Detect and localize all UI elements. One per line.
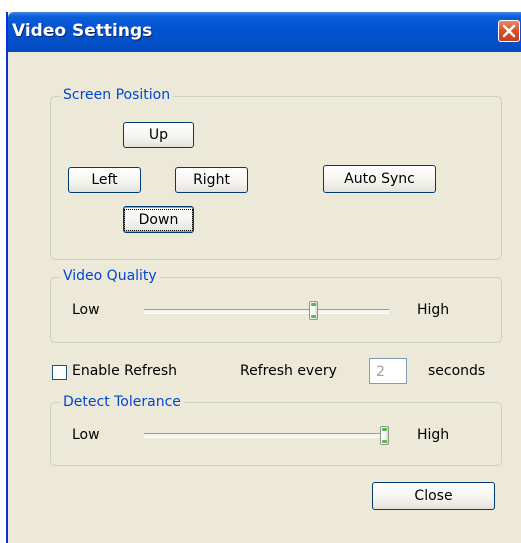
video-quality-slider-thumb[interactable]: [309, 301, 319, 320]
refresh-seconds-label: seconds: [428, 363, 486, 379]
enable-refresh-label[interactable]: Enable Refresh: [72, 363, 177, 379]
refresh-interval-input[interactable]: [369, 358, 407, 384]
close-button[interactable]: Close: [372, 482, 495, 510]
video-quality-legend: Video Quality: [60, 268, 160, 284]
auto-sync-button[interactable]: Auto Sync: [323, 165, 436, 193]
close-x-icon: [502, 24, 516, 38]
enable-refresh-checkbox[interactable]: [52, 365, 67, 380]
detect-tolerance-high-label: High: [417, 427, 450, 443]
video-quality-high-label: High: [417, 302, 450, 318]
title-bar[interactable]: Video Settings: [8, 12, 521, 52]
video-settings-window: Video Settings Screen Position Up Left R…: [6, 12, 521, 543]
down-button[interactable]: Down: [123, 206, 194, 233]
up-button[interactable]: Up: [123, 122, 194, 148]
screen-position-legend: Screen Position: [60, 87, 174, 103]
right-button[interactable]: Right: [175, 167, 248, 193]
left-button[interactable]: Left: [68, 167, 141, 193]
detect-tolerance-slider-track[interactable]: [144, 433, 389, 438]
refresh-every-label: Refresh every: [240, 363, 337, 379]
detect-tolerance-low-label: Low: [72, 427, 100, 443]
video-quality-slider-track[interactable]: [144, 309, 389, 314]
window-title: Video Settings: [12, 21, 153, 41]
video-quality-low-label: Low: [72, 302, 100, 318]
detect-tolerance-slider-thumb[interactable]: [380, 426, 389, 445]
close-window-icon[interactable]: [498, 20, 520, 42]
detect-tolerance-legend: Detect Tolerance: [60, 394, 184, 410]
